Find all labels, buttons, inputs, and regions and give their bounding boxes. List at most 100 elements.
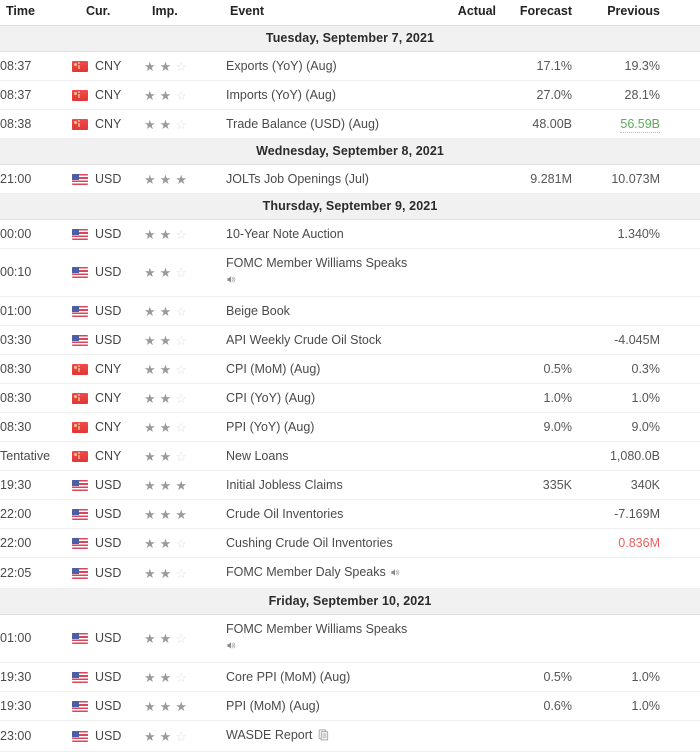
event-row[interactable]: 08:30 CNY ★ ★ ☆ CPI (YoY) (Aug) 1.0% 1.0% <box>0 383 700 413</box>
event-name[interactable]: 10-Year Note Auction <box>226 227 344 241</box>
event-row[interactable]: 08:30 CNY ★ ★ ☆ PPI (YoY) (Aug) 9.0% 9.0% <box>0 412 700 442</box>
event-description[interactable]: API Weekly Crude Oil Stock <box>226 325 418 355</box>
column-header-importance[interactable]: Imp. <box>144 0 226 26</box>
forecast-value[interactable]: 335K <box>543 478 572 492</box>
previous-value[interactable]: -4.045M <box>614 333 660 347</box>
event-name[interactable]: New Loans <box>226 449 289 463</box>
event-importance[interactable]: ★ ★ ★ <box>144 499 226 529</box>
importance-stars[interactable]: ★ ★ ☆ <box>144 567 226 580</box>
event-name[interactable]: CPI (MoM) (Aug) <box>226 362 320 376</box>
event-description[interactable]: New Loans <box>226 441 418 471</box>
event-row[interactable]: 00:00 USD ★ ★ ☆ 10-Year Note Auction 1.340% <box>0 219 700 249</box>
event-row[interactable]: Tentative CNY ★ ★ ☆ New Loans 1,080.0B <box>0 441 700 471</box>
previous-value[interactable]: 28.1% <box>625 88 660 102</box>
previous-value[interactable]: 56.59B <box>620 117 660 133</box>
previous-value[interactable]: 1.340% <box>618 227 660 241</box>
event-description[interactable]: WASDE Report <box>226 720 418 752</box>
event-description[interactable]: JOLTs Job Openings (Jul) <box>226 164 418 194</box>
previous-value[interactable]: 10.073M <box>611 172 660 186</box>
event-description[interactable]: CPI (MoM) (Aug) <box>226 354 418 384</box>
event-name[interactable]: CPI (YoY) (Aug) <box>226 391 315 405</box>
event-name[interactable]: Trade Balance (USD) (Aug) <box>226 117 379 131</box>
event-importance[interactable]: ★ ★ ☆ <box>144 296 226 326</box>
forecast-value[interactable]: 48.00B <box>532 117 572 131</box>
event-name[interactable]: Exports (YoY) (Aug) <box>226 59 337 73</box>
importance-stars[interactable]: ★ ★ ☆ <box>144 363 226 376</box>
event-name[interactable]: Imports (YoY) (Aug) <box>226 88 336 102</box>
forecast-value[interactable]: 9.0% <box>544 420 573 434</box>
previous-value[interactable]: -7.169M <box>614 507 660 521</box>
column-header-currency[interactable]: Cur. <box>72 0 144 26</box>
event-description[interactable]: Beige Book <box>226 296 418 326</box>
event-row[interactable]: 22:00 USD ★ ★ ★ Crude Oil Inventories -7.169M <box>0 499 700 529</box>
event-name[interactable]: Core PPI (MoM) (Aug) <box>226 670 350 684</box>
event-name[interactable]: FOMC Member Williams Speaks <box>226 622 418 637</box>
importance-stars[interactable]: ★ ★ ☆ <box>144 671 226 684</box>
event-description[interactable]: Crude Oil Inventories <box>226 499 418 529</box>
column-header-previous[interactable]: Previous <box>572 0 660 26</box>
event-description[interactable]: FOMC Member Daly Speaks <box>226 557 418 589</box>
event-row[interactable]: 19:30 USD ★ ★ ★ Initial Jobless Claims 335K 340… <box>0 470 700 500</box>
event-description[interactable]: CPI (YoY) (Aug) <box>226 383 418 413</box>
event-name[interactable]: PPI (YoY) (Aug) <box>226 420 314 434</box>
importance-stars[interactable]: ★ ★ ☆ <box>144 118 226 131</box>
event-importance[interactable]: ★ ★ ☆ <box>144 383 226 413</box>
importance-stars[interactable]: ★ ★ ☆ <box>144 537 226 550</box>
speaker-icon[interactable] <box>226 640 418 654</box>
event-description[interactable]: Exports (YoY) (Aug) <box>226 51 418 81</box>
importance-stars[interactable]: ★ ★ ☆ <box>144 60 226 73</box>
event-name[interactable]: JOLTs Job Openings (Jul) <box>226 172 369 186</box>
event-importance[interactable]: ★ ★ ☆ <box>144 51 226 81</box>
previous-value[interactable]: 0.3% <box>632 362 661 376</box>
event-name[interactable]: FOMC Member Daly Speaks <box>226 565 386 579</box>
event-row[interactable]: 21:00 USD ★ ★ ★ JOLTs Job Openings (Jul) 9.281… <box>0 164 700 194</box>
event-row[interactable]: 22:00 USD ★ ★ ☆ Cushing Crude Oil Inventories… <box>0 528 700 558</box>
previous-value[interactable]: 340K <box>631 478 660 492</box>
importance-stars[interactable]: ★ ★ ☆ <box>144 334 226 347</box>
event-name[interactable]: API Weekly Crude Oil Stock <box>226 333 381 347</box>
event-importance[interactable]: ★ ★ ☆ <box>144 325 226 355</box>
importance-stars[interactable]: ★ ★ ☆ <box>144 392 226 405</box>
event-row[interactable]: 08:30 CNY ★ ★ ☆ CPI (MoM) (Aug) 0.5% 0.3% <box>0 354 700 384</box>
forecast-value[interactable]: 0.5% <box>544 362 573 376</box>
column-header-forecast[interactable]: Forecast <box>496 0 572 26</box>
event-importance[interactable]: ★ ★ ☆ <box>144 354 226 384</box>
event-importance[interactable]: ★ ★ ☆ <box>144 720 226 752</box>
importance-stars[interactable]: ★ ★ ★ <box>144 700 226 713</box>
importance-stars[interactable]: ★ ★ ☆ <box>144 450 226 463</box>
event-description[interactable]: PPI (YoY) (Aug) <box>226 412 418 442</box>
event-description[interactable]: Imports (YoY) (Aug) <box>226 80 418 110</box>
previous-value[interactable]: 1.0% <box>632 670 661 684</box>
event-importance[interactable]: ★ ★ ☆ <box>144 662 226 692</box>
event-row[interactable]: 23:00 USD ★ ★ ☆ WASDE Report <box>0 720 700 752</box>
event-description[interactable]: PPI (MoM) (Aug) <box>226 691 418 721</box>
event-name[interactable]: FOMC Member Williams Speaks <box>226 256 418 271</box>
event-description[interactable]: 10-Year Note Auction <box>226 219 418 249</box>
importance-stars[interactable]: ★ ★ ☆ <box>144 228 226 241</box>
event-row[interactable]: 01:00 USD ★ ★ ☆ FOMC Member Williams Speaks <box>0 614 700 663</box>
forecast-value[interactable]: 0.5% <box>544 670 573 684</box>
importance-stars[interactable]: ★ ★ ☆ <box>144 266 226 279</box>
forecast-value[interactable]: 9.281M <box>530 172 572 186</box>
column-header-actual[interactable]: Actual <box>418 0 496 26</box>
event-description[interactable]: FOMC Member Williams Speaks <box>226 614 418 663</box>
importance-stars[interactable]: ★ ★ ★ <box>144 479 226 492</box>
event-row[interactable]: 08:38 CNY ★ ★ ☆ Trade Balance (USD) (Aug) 48.0… <box>0 109 700 139</box>
previous-value[interactable]: 0.836M <box>618 536 660 550</box>
forecast-value[interactable]: 0.6% <box>544 699 573 713</box>
previous-value[interactable]: 9.0% <box>632 420 661 434</box>
column-header-time[interactable]: Time <box>0 0 72 26</box>
previous-value[interactable]: 1.0% <box>632 699 661 713</box>
event-importance[interactable]: ★ ★ ☆ <box>144 109 226 139</box>
previous-value[interactable]: 19.3% <box>625 59 660 73</box>
event-row[interactable]: 03:30 USD ★ ★ ☆ API Weekly Crude Oil Stock -4.… <box>0 325 700 355</box>
event-row[interactable]: 08:37 CNY ★ ★ ☆ Imports (YoY) (Aug) 27.0% 28.1% <box>0 80 700 110</box>
forecast-value[interactable]: 1.0% <box>544 391 573 405</box>
event-row[interactable]: 22:05 USD ★ ★ ☆ FOMC Member Daly Speaks <box>0 557 700 589</box>
previous-value[interactable]: 1.0% <box>632 391 661 405</box>
previous-value[interactable]: 1,080.0B <box>610 449 660 463</box>
event-importance[interactable]: ★ ★ ☆ <box>144 528 226 558</box>
forecast-value[interactable]: 27.0% <box>537 88 572 102</box>
event-description[interactable]: Initial Jobless Claims <box>226 470 418 500</box>
event-importance[interactable]: ★ ★ ★ <box>144 470 226 500</box>
